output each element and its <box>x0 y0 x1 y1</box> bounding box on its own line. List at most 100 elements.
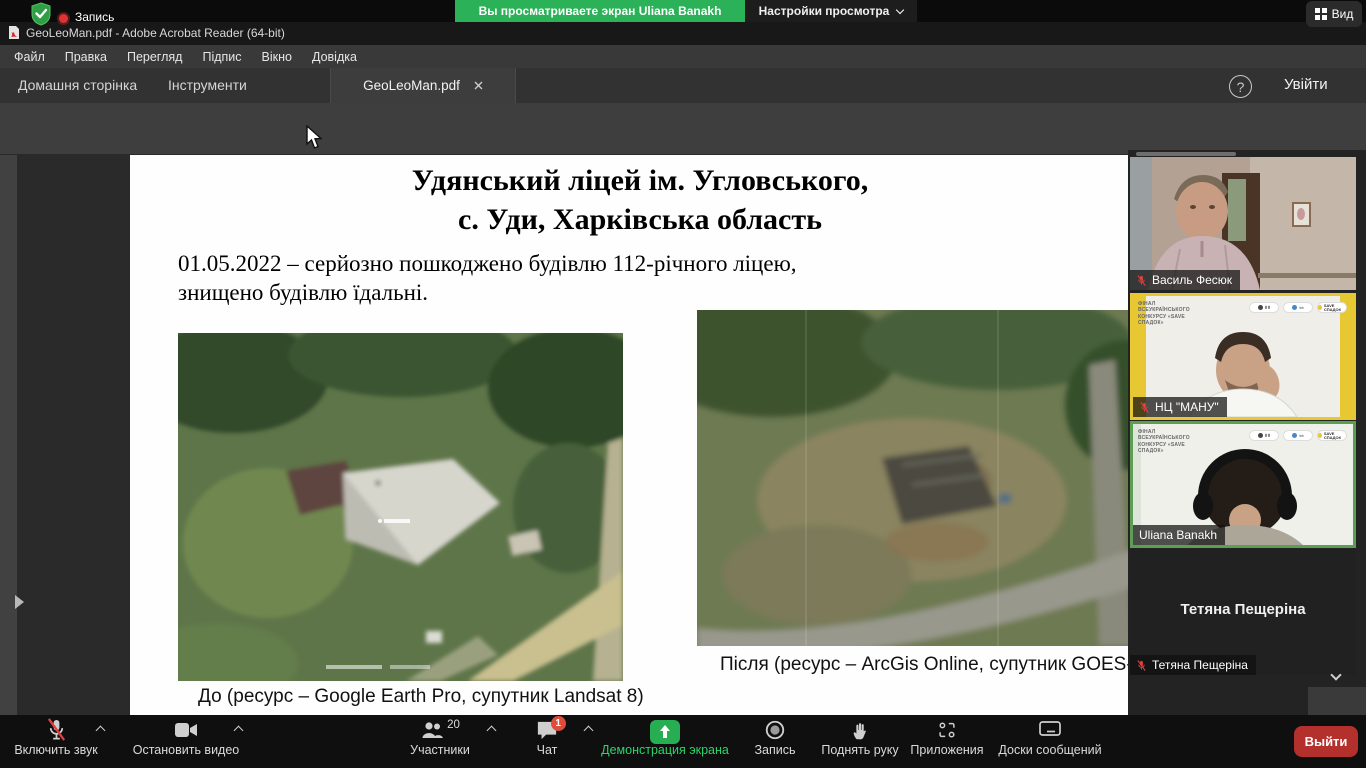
backdrop-logos: ⠿⠿ ≈≈ SAVE СПАДОК <box>1249 302 1347 313</box>
pdf-body-line1: 01.05.2022 – серйозно пошкоджено будівлю… <box>178 249 797 278</box>
raise-hand-icon <box>850 719 870 742</box>
muted-mic-icon <box>1139 401 1150 414</box>
apps-label: Приложения <box>908 743 986 757</box>
pdf-slide-title: Удянський ліцей ім. Угловського, с. Уди,… <box>130 161 1150 239</box>
video-options-chevron-icon[interactable] <box>234 726 244 736</box>
raise-hand-label: Поднять руку <box>812 743 908 757</box>
participants-label: Участники <box>385 743 495 757</box>
view-button-label: Вид <box>1332 7 1354 21</box>
pdf-page[interactable]: Удянський ліцей ім. Угловського, с. Уди,… <box>130 155 1150 715</box>
close-tab-icon[interactable] <box>474 81 483 90</box>
unmute-label: Включить звук <box>8 743 104 757</box>
satellite-image-after <box>697 310 1137 646</box>
chevron-down-icon <box>1330 669 1341 680</box>
participant-name-tag: Uliana Banakh <box>1133 525 1225 545</box>
acrobat-toolbar: / 10 67.2% <box>0 103 1366 155</box>
mic-options-chevron-icon[interactable] <box>96 726 106 736</box>
participants-options-chevron-icon[interactable] <box>487 726 497 736</box>
video-tile-uliana-banakh[interactable]: ФІНАЛ ВСЕУКРАЇНСЬКОГО КОНКУРСУ «SAVE СПА… <box>1130 421 1356 548</box>
video-tile-vasyl-fesiuk[interactable]: Василь Фесюк <box>1130 157 1356 290</box>
tab-document-label: GeoLeoMan.pdf <box>363 78 460 93</box>
scroll-more-participants[interactable] <box>1308 663 1366 715</box>
leave-meeting-button[interactable]: Выйти <box>1294 726 1358 757</box>
caption-before: До (ресурс – Google Earth Pro, супутник … <box>198 686 618 708</box>
whiteboards-button[interactable]: Доски сообщений <box>990 715 1110 768</box>
panel-drag-handle[interactable] <box>1136 152 1236 156</box>
acrobat-menu-bar: Файл Правка Перегляд Підпис Вікно Довідк… <box>0 45 1366 68</box>
muted-mic-icon <box>1136 274 1147 287</box>
backdrop-banner-text: ФІНАЛ ВСЕУКРАЇНСЬКОГО КОНКУРСУ «SAVE СПА… <box>1138 301 1202 326</box>
backdrop-logos: ⠿⠿ ≈≈ SAVE СПАДОК <box>1249 430 1347 441</box>
pdf-body-text: 01.05.2022 – серйозно пошкоджено будівлю… <box>178 249 797 308</box>
participants-count: 20 <box>447 719 460 731</box>
menu-help[interactable]: Довідка <box>302 50 367 64</box>
menu-edit[interactable]: Правка <box>55 50 117 64</box>
video-tile-nc-manu[interactable]: ФІНАЛ ВСЕУКРАЇНСЬКОГО КОНКУРСУ «SAVE СПА… <box>1130 293 1356 420</box>
chevron-down-icon <box>896 5 904 13</box>
share-screen-icon <box>650 720 680 744</box>
participants-video-panel: Василь Фесюк ФІНАЛ ВСЕУКРАЇНСЬКОГО КОНКУ… <box>1128 150 1366 715</box>
menu-window[interactable]: Вікно <box>252 50 302 64</box>
backdrop-banner-text: ФІНАЛ ВСЕУКРАЇНСЬКОГО КОНКУРСУ «SAVE СПА… <box>1138 429 1202 454</box>
chat-button[interactable]: 1 Чат <box>502 715 592 768</box>
participant-name: НЦ "МАНУ" <box>1155 400 1219 414</box>
grid-view-icon <box>1315 8 1327 20</box>
pdf-file-icon <box>8 26 20 40</box>
navigation-pane-strip[interactable] <box>0 155 17 715</box>
expand-pane-icon[interactable] <box>15 595 24 609</box>
pdf-title-line1: Удянський ліцей ім. Угловського, <box>130 161 1150 200</box>
muted-mic-icon <box>1136 659 1147 672</box>
tab-document[interactable]: GeoLeoMan.pdf <box>330 68 516 103</box>
viewing-screen-banner: Вы просматриваете экран Uliana Banakh <box>455 0 745 22</box>
security-shield-icon[interactable] <box>30 2 52 26</box>
view-button[interactable]: Вид <box>1306 1 1362 27</box>
tab-home[interactable]: Домашня сторінка <box>18 77 137 93</box>
recording-label: Запись <box>75 10 114 24</box>
raise-hand-button[interactable]: Поднять руку <box>812 715 908 768</box>
view-options-label: Настройки просмотра <box>759 4 890 18</box>
participant-name-tag: Тетяна Пещеріна <box>1130 655 1256 675</box>
caption-after: Після (ресурс – ArcGis Online, супутник … <box>720 654 1120 676</box>
help-glyph: ? <box>1237 79 1245 95</box>
whiteboard-icon <box>1038 720 1062 741</box>
pdf-body-line2: знищено будівлю їдальні. <box>178 278 797 307</box>
whiteboards-label: Доски сообщений <box>990 743 1110 757</box>
participant-name: Uliana Banakh <box>1139 528 1217 542</box>
stop-video-label: Остановить видео <box>112 743 260 757</box>
zoom-meeting-top-bar: Запись Вы просматриваете экран Uliana Ba… <box>0 0 1366 22</box>
logo-badge: ⠿⠿ <box>1249 430 1279 441</box>
apps-icon <box>936 719 958 741</box>
share-screen-label: Демонстрация экрана <box>590 743 740 757</box>
record-label: Запись <box>742 743 808 757</box>
tab-tools[interactable]: Інструменти <box>168 77 247 93</box>
menu-view[interactable]: Перегляд <box>117 50 192 64</box>
stop-video-button[interactable]: Остановить видео <box>112 715 260 768</box>
menu-sign[interactable]: Підпис <box>192 50 251 64</box>
help-icon[interactable]: ? <box>1229 75 1252 98</box>
acrobat-tab-bar: Домашня сторінка Інструменти GeoLeoMan.p… <box>0 68 1366 103</box>
muted-mic-icon <box>45 718 68 742</box>
apps-button[interactable]: Приложения <box>908 715 986 768</box>
record-icon <box>764 719 786 741</box>
view-options-dropdown[interactable]: Настройки просмотра <box>745 0 917 22</box>
menu-file[interactable]: Файл <box>4 50 55 64</box>
sign-in-button[interactable]: Увійти <box>1284 76 1328 93</box>
participant-name-tag: Василь Фесюк <box>1130 270 1240 290</box>
participant-name-tag: НЦ "МАНУ" <box>1133 397 1227 417</box>
participant-display-name: Тетяна Пещеріна <box>1130 601 1356 618</box>
participant-name: Василь Фесюк <box>1152 273 1232 287</box>
record-button[interactable]: Запись <box>742 715 808 768</box>
satellite-image-before <box>178 333 623 681</box>
recording-indicator-icon <box>59 14 68 23</box>
save-spadok-logo: SAVE СПАДОК <box>1317 302 1347 313</box>
unmute-button[interactable]: Включить звук <box>8 715 104 768</box>
chat-unread-badge: 1 <box>551 716 566 731</box>
logo-badge: ≈≈ <box>1283 430 1313 441</box>
participants-button[interactable]: 20 Участники <box>385 715 495 768</box>
camera-icon <box>174 720 198 740</box>
video-tile-tetiana-pescherina[interactable]: Тетяна Пещеріна Тетяна Пещеріна <box>1130 549 1356 675</box>
save-spadok-logo: SAVE СПАДОК <box>1317 430 1347 441</box>
scroll-button-base[interactable] <box>1308 687 1366 715</box>
share-screen-button[interactable]: Демонстрация экрана <box>590 715 740 768</box>
chat-label: Чат <box>502 743 592 757</box>
